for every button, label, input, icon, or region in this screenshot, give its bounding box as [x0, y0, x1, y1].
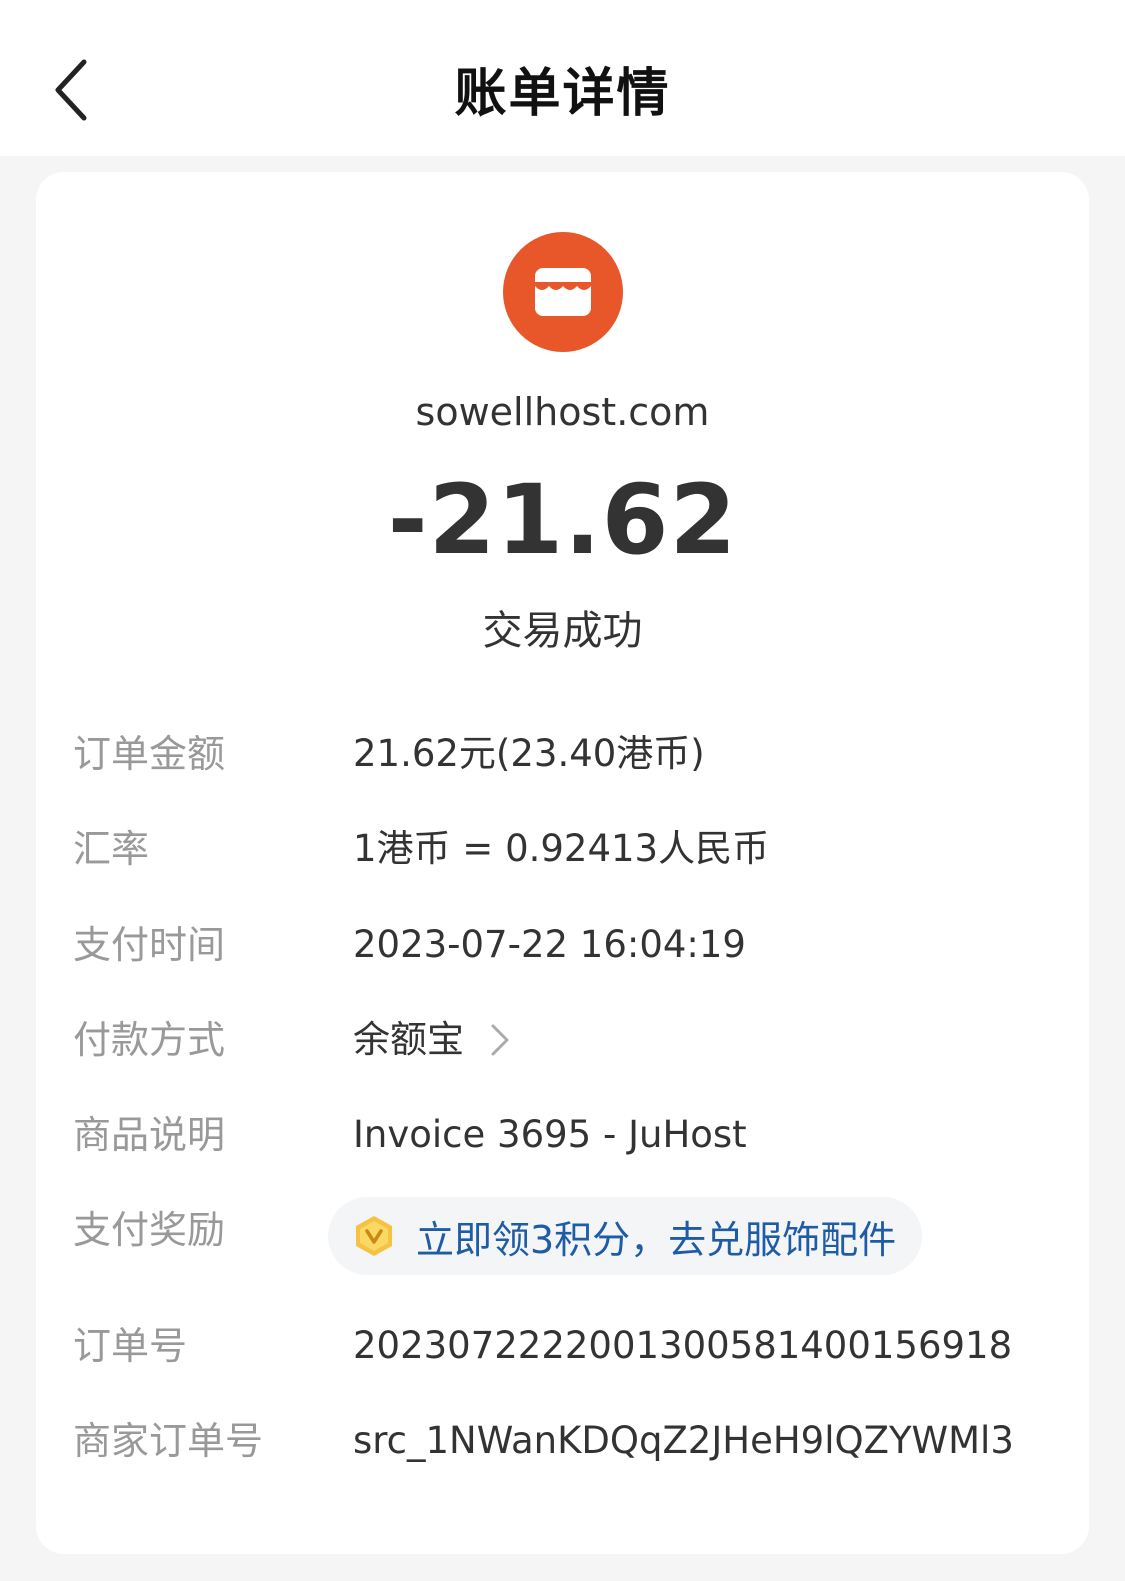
chevron-right-icon: [490, 1023, 510, 1057]
detail-label: 支付奖励: [73, 1208, 226, 1252]
reward-text: 立即领3积分，去兑服饰配件: [416, 1217, 897, 1262]
pay-method-value: 余额宝: [353, 1018, 464, 1061]
detail-row-order-no: 订单号 2023072222001300581400156918: [36, 1316, 1089, 1376]
detail-row-order-amount: 订单金额 21.62元(23.40港币): [36, 724, 1089, 784]
detail-label: 付款方式: [73, 1018, 226, 1062]
detail-value: Invoice 3695 - JuHost: [353, 1113, 747, 1156]
pay-method-link[interactable]: 余额宝: [353, 1010, 510, 1070]
page-title: 账单详情: [454, 63, 671, 124]
detail-row-pay-method: 付款方式 余额宝: [36, 1010, 1089, 1070]
detail-row-product: 商品说明 Invoice 3695 - JuHost: [36, 1105, 1089, 1165]
detail-value: src_1NWanKDQqZ2JHeH9lQZYWMl3: [353, 1419, 1014, 1462]
reward-button[interactable]: 立即领3积分，去兑服饰配件: [328, 1197, 923, 1275]
store-icon: [535, 268, 591, 316]
bill-detail-card: sowellhost.com -21.62 交易成功 订单金额 21.62元(2…: [36, 172, 1089, 1554]
coin-v-icon: [356, 1216, 392, 1256]
detail-row-exchange-rate: 汇率 1港币 = 0.92413人民币: [36, 819, 1089, 879]
detail-label: 汇率: [73, 827, 150, 871]
transaction-status: 交易成功: [482, 608, 643, 654]
detail-label: 商品说明: [73, 1113, 226, 1157]
nav-bar: 账单详情: [0, 0, 1125, 156]
transaction-amount: -21.62: [387, 464, 738, 576]
detail-value: 2023-07-22 16:04:19: [353, 923, 746, 966]
merchant-name: sowellhost.com: [415, 390, 710, 434]
detail-label: 支付时间: [73, 923, 226, 967]
detail-row-pay-time: 支付时间 2023-07-22 16:04:19: [36, 915, 1089, 975]
detail-label: 商家订单号: [73, 1419, 264, 1463]
detail-value: 21.62元(23.40港币): [353, 732, 705, 775]
detail-label: 订单号: [73, 1324, 188, 1368]
detail-value: 2023072222001300581400156918: [353, 1324, 1013, 1367]
detail-row-merchant-order-no: 商家订单号 src_1NWanKDQqZ2JHeH9lQZYWMl3: [36, 1411, 1089, 1471]
merchant-logo: [503, 232, 623, 352]
detail-value: 1港币 = 0.92413人民币: [353, 827, 770, 870]
detail-label: 订单金额: [73, 732, 226, 776]
detail-row-reward: 支付奖励 立即领3积分，去兑服饰配件: [36, 1197, 1089, 1275]
